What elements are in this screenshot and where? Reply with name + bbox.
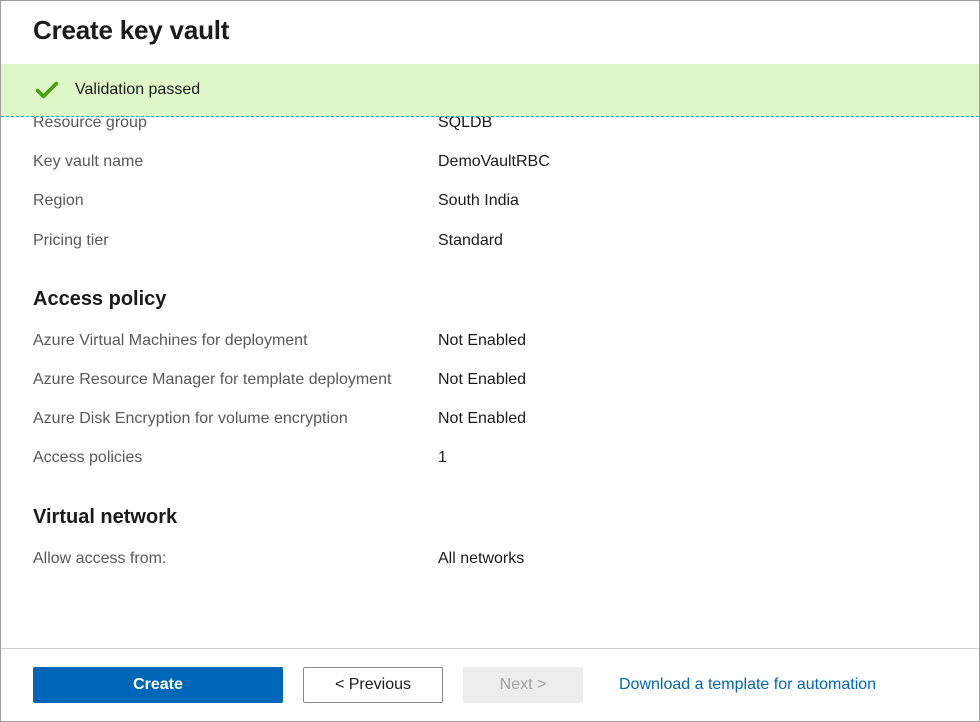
summary-row: Key vault name DemoVaultRBC [33, 142, 947, 181]
create-button[interactable]: Create [33, 667, 283, 703]
validation-banner: Validation passed [1, 64, 979, 117]
validation-message: Validation passed [75, 81, 200, 99]
field-label: Key vault name [33, 150, 438, 173]
field-label: Pricing tier [33, 229, 438, 252]
section-heading-virtual-network: Virtual network [33, 478, 947, 539]
field-value: DemoVaultRBC [438, 150, 947, 173]
wizard-footer: Create < Previous Next > Download a temp… [1, 648, 979, 721]
previous-button[interactable]: < Previous [303, 667, 443, 703]
field-label: Azure Resource Manager for template depl… [33, 368, 438, 391]
create-keyvault-blade: Create key vault Validation passed Resou… [0, 0, 980, 722]
next-button: Next > [463, 667, 583, 703]
section-heading-access-policy: Access policy [33, 260, 947, 321]
field-value: SQLDB [438, 117, 947, 134]
field-value: Not Enabled [438, 368, 947, 391]
field-value: Standard [438, 229, 947, 252]
review-content: Resource group SQLDB Key vault name Demo… [1, 117, 979, 578]
field-value: Not Enabled [438, 329, 947, 352]
blade-header: Create key vault [1, 1, 979, 56]
field-label: Allow access from: [33, 547, 438, 570]
field-value: 1 [438, 446, 947, 469]
field-value: South India [438, 189, 947, 212]
summary-row: Access policies 1 [33, 438, 947, 477]
download-template-link[interactable]: Download a template for automation [619, 676, 876, 694]
checkmark-icon [33, 76, 61, 104]
review-scroll-area[interactable]: Resource group SQLDB Key vault name Demo… [1, 117, 979, 648]
summary-row: Azure Disk Encryption for volume encrypt… [33, 399, 947, 438]
field-label: Azure Virtual Machines for deployment [33, 329, 438, 352]
summary-row: Allow access from: All networks [33, 539, 947, 578]
field-value: Not Enabled [438, 407, 947, 430]
field-label: Region [33, 189, 438, 212]
field-label: Resource group [33, 117, 438, 134]
summary-row: Azure Resource Manager for template depl… [33, 360, 947, 399]
field-value: All networks [438, 547, 947, 570]
field-label: Azure Disk Encryption for volume encrypt… [33, 407, 438, 430]
summary-row: Pricing tier Standard [33, 221, 947, 260]
summary-row: Resource group SQLDB [33, 117, 947, 142]
field-label: Access policies [33, 446, 438, 469]
page-title: Create key vault [33, 15, 947, 46]
summary-row: Azure Virtual Machines for deployment No… [33, 321, 947, 360]
summary-row: Region South India [33, 181, 947, 220]
